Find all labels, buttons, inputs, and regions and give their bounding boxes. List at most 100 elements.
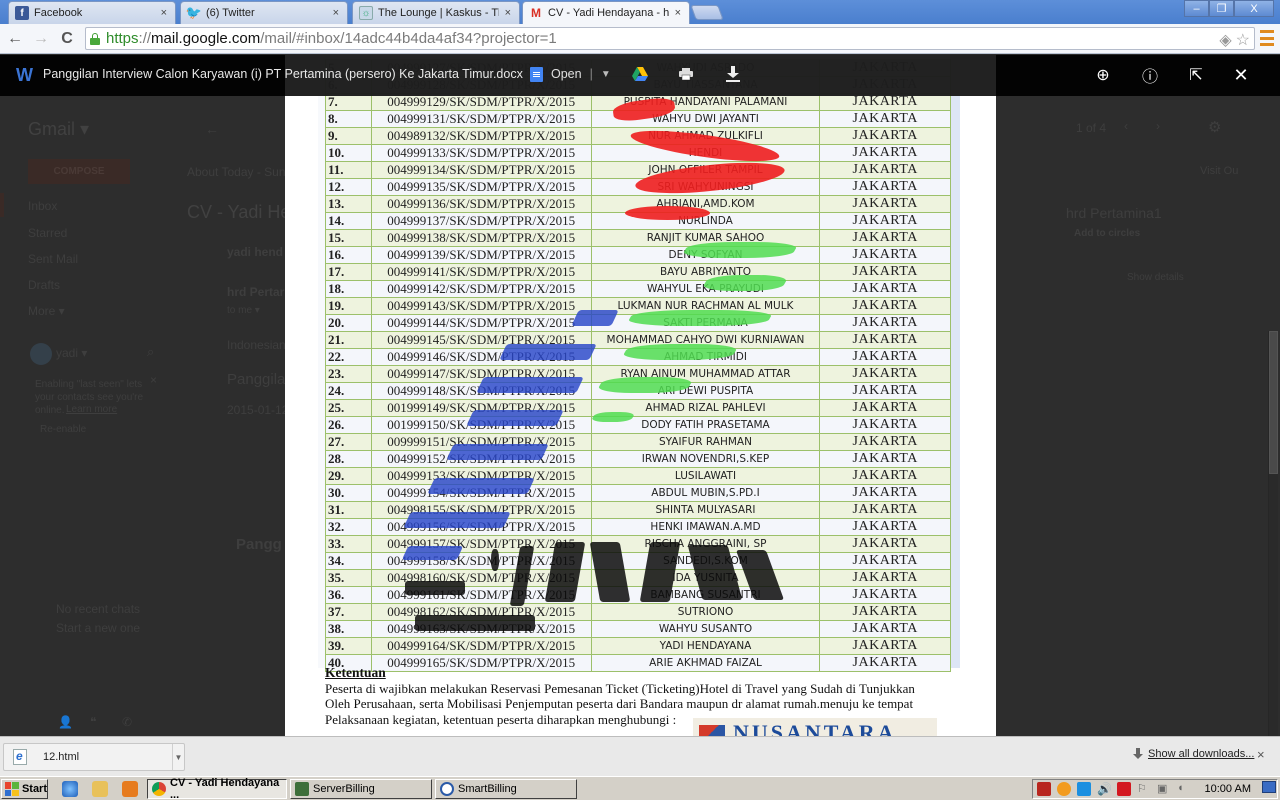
row-number: 29. xyxy=(325,467,372,485)
forward-arrow-icon[interactable]: → xyxy=(28,30,54,48)
clock[interactable]: 10:00 AM xyxy=(1205,783,1251,795)
close-icon[interactable]: × xyxy=(505,7,511,19)
tab-twitter[interactable]: 🐦 (6) Twitter × xyxy=(180,1,348,24)
minimize-button[interactable]: – xyxy=(1184,0,1209,17)
tab-gmail[interactable]: M CV - Yadi Hendayana - hend × xyxy=(522,1,690,24)
close-icon[interactable]: × xyxy=(161,7,167,19)
decree-number: 004999143/SK/SDM/PTPR/X/2015 xyxy=(370,297,592,315)
new-tab-button[interactable] xyxy=(690,5,724,20)
flag-icon[interactable]: ⚐ xyxy=(1137,782,1151,796)
download-item[interactable]: 12.html ▼ xyxy=(3,743,185,771)
chevron-down-icon[interactable]: ▼ xyxy=(172,744,184,770)
show-all-downloads[interactable]: Show all downloads... xyxy=(1133,748,1254,760)
city: JAKARTA xyxy=(819,382,951,400)
scrollbar-thumb[interactable] xyxy=(1269,331,1278,474)
tab-facebook[interactable]: f Facebook × xyxy=(8,1,176,24)
decree-number: 004999156/SK/SDM/PTPR/X/2015 xyxy=(370,518,592,536)
contact-name: hrd Pertamina1 xyxy=(1066,205,1162,221)
attachment-preview: Pangg xyxy=(236,536,282,553)
chevron-down-icon[interactable]: ▼ xyxy=(601,69,611,80)
table-row: 26. 001999150/SK/SDM/PTPR/X/2015 DODY FATI… xyxy=(325,416,951,434)
bookmark-star-icon[interactable]: ☆ xyxy=(1236,30,1250,50)
participant-name: LUKMAN NUR RACHMAN AL MULK xyxy=(590,297,821,315)
close-shelf-icon[interactable]: × xyxy=(1257,747,1265,762)
print-icon[interactable] xyxy=(679,68,693,80)
pop-out-icon[interactable]: ⇱ xyxy=(1187,66,1205,84)
chrome-menu-icon[interactable] xyxy=(1260,30,1274,46)
back-arrow-icon[interactable]: ← xyxy=(2,30,28,48)
decree-number: 004999154/SK/SDM/PTPR/X/2015 xyxy=(370,484,592,502)
sound-icon[interactable]: ◖ xyxy=(1177,782,1191,796)
google-docs-icon xyxy=(530,66,543,82)
open-with-button[interactable]: Open | ▼ xyxy=(530,63,611,85)
reload-icon[interactable]: C xyxy=(54,30,80,48)
next-icon: › xyxy=(1156,119,1160,133)
participant-name: MOHAMMAD CAHYO DWI KURNIAWAN xyxy=(590,331,821,349)
network-icon[interactable]: ▣ xyxy=(1157,782,1171,796)
taskbar: Start CV - Yadi Hendayana ... ServerBill… xyxy=(0,776,1280,800)
gear-icon: ⚙ xyxy=(1208,119,1222,136)
table-row: 21. 004999145/SK/SDM/PTPR/X/2015 MOHAMMAD … xyxy=(325,331,951,349)
table-row: 24. 004999148/SK/SDM/PTPR/X/2015 ARI DEWI … xyxy=(325,382,951,400)
teamviewer-icon[interactable] xyxy=(1077,782,1091,796)
decree-number: 009999151/SK/SDM/PTPR/X/2015 xyxy=(370,433,592,451)
close-icon[interactable]: × xyxy=(333,7,339,19)
show-desktop-icon[interactable] xyxy=(1262,781,1276,793)
participant-name: WAHYU DWI JAYANTI xyxy=(590,110,821,128)
start-label: Start xyxy=(21,783,47,795)
decree-number: 004998160/SK/SDM/PTPR/X/2015 xyxy=(370,569,592,587)
folder-icon[interactable] xyxy=(92,781,108,797)
google-drive-icon[interactable] xyxy=(632,67,648,81)
media-player-icon[interactable] xyxy=(122,781,138,797)
address-bar[interactable]: https://mail.google.com/mail/#inbox/14ad… xyxy=(85,27,1255,50)
city: JAKARTA xyxy=(819,110,951,128)
task-serverbilling[interactable]: ServerBilling xyxy=(290,779,432,799)
chat-user: yadi ▾ xyxy=(56,346,88,360)
body-preview: Panggila xyxy=(227,371,286,388)
volume-icon[interactable]: 🔊 xyxy=(1097,782,1112,796)
city: JAKARTA xyxy=(819,229,951,247)
restore-button[interactable]: ❐ xyxy=(1209,0,1234,17)
row-number: 39. xyxy=(325,637,372,655)
task-smartbilling[interactable]: SmartBilling xyxy=(435,779,577,799)
city: JAKARTA xyxy=(819,263,951,281)
info-icon[interactable]: ⓘ xyxy=(1141,66,1159,86)
close-icon[interactable]: × xyxy=(675,7,681,19)
translate-bar: Indonesian xyxy=(227,338,286,352)
gmail-logo: Gmail ▾ xyxy=(28,119,90,139)
participant-name: SAKTI PERMANA xyxy=(590,314,821,332)
tab-kaskus[interactable]: ☼ The Lounge | Kaskus - The L × xyxy=(352,1,520,24)
show-all-downloads-link[interactable]: Show all downloads... xyxy=(1148,748,1254,760)
participant-name: YADI HENDAYANA xyxy=(590,637,821,655)
decree-number: 004999131/SK/SDM/PTPR/X/2015 xyxy=(370,110,592,128)
close-viewer-icon[interactable]: ✕ xyxy=(1232,65,1250,85)
decree-number: 004999158/SK/SDM/PTPR/X/2015 xyxy=(370,552,592,570)
url-separator: :// xyxy=(138,30,152,47)
start-button[interactable]: Start xyxy=(1,779,48,799)
city: JAKARTA xyxy=(819,297,951,315)
zoom-in-icon[interactable]: ⊕ xyxy=(1094,66,1112,84)
ati-icon[interactable] xyxy=(1117,782,1131,796)
tray-app-icon[interactable] xyxy=(1057,782,1071,796)
row-number: 13. xyxy=(325,195,372,213)
task-chrome[interactable]: CV - Yadi Hendayana ... xyxy=(147,777,287,800)
close-window-button[interactable]: X xyxy=(1234,0,1274,17)
city: JAKARTA xyxy=(819,365,951,383)
row-number: 34. xyxy=(325,552,372,570)
nav-inbox: Inbox xyxy=(28,199,58,213)
tray-app-icon[interactable] xyxy=(1037,782,1051,796)
twitter-icon: 🐦 xyxy=(185,5,203,20)
rules-line: Peserta di wajibkan melakukan Reservasi … xyxy=(325,680,915,696)
show-details: Show details xyxy=(1127,272,1184,283)
extension-icon[interactable]: ◈ xyxy=(1219,30,1231,50)
download-icon[interactable] xyxy=(726,66,740,82)
internet-explorer-icon[interactable] xyxy=(62,781,78,797)
row-number: 20. xyxy=(325,314,372,332)
table-row: 13. 004999136/SK/SDM/PTPR/X/2015 AHRIANI,A… xyxy=(325,195,951,213)
city: JAKARTA xyxy=(819,518,951,536)
city: JAKARTA xyxy=(819,280,951,298)
document-title: Panggilan Interview Calon Karyawan (i) P… xyxy=(43,67,523,81)
table-row: 18. 004999142/SK/SDM/PTPR/X/2015 WAHYUL EK… xyxy=(325,280,951,298)
decree-number: 004999147/SK/SDM/PTPR/X/2015 xyxy=(370,365,592,383)
row-number: 24. xyxy=(325,382,372,400)
